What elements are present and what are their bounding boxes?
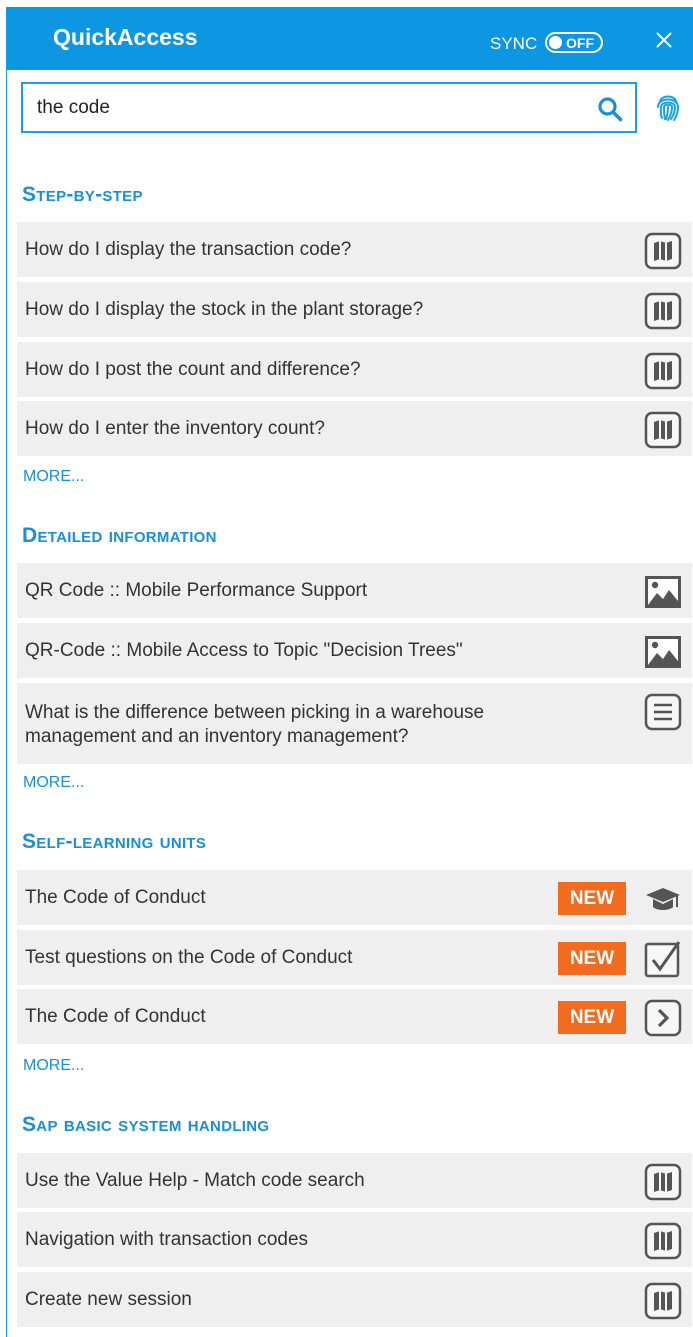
book-icon [644,411,682,449]
sync-toggle[interactable]: OFF [545,32,603,53]
list-item[interactable]: Use the Value Help - Match code search [17,1153,692,1208]
list-item[interactable]: How do I display the stock in the plant … [17,282,692,337]
checkbox-icon [644,941,681,978]
search-box [21,82,637,133]
book-icon [644,1282,682,1320]
item-label: How do I display the transaction code? [25,239,352,260]
toggle-knob [549,36,562,49]
section-title-detailed-information: Detailed information [22,524,217,547]
list-item[interactable]: What is the difference between picking i… [17,683,692,764]
document-icon [644,693,682,731]
list-item[interactable]: Test questions on the Code of Conduct NE… [17,930,692,985]
item-label: Use the Value Help - Match code search [25,1170,365,1191]
book-icon [644,292,682,330]
list-item[interactable]: Navigation with transaction codes [17,1212,692,1267]
search-input[interactable] [37,94,577,122]
item-label: How do I display the stock in the plant … [25,299,424,320]
book-icon [644,352,682,390]
item-label: Navigation with transaction codes [25,1229,309,1250]
item-label: What is the difference between picking i… [25,702,485,747]
list-item[interactable]: Create new session [17,1272,692,1327]
item-label: The Code of Conduct [25,1006,206,1027]
list-item[interactable]: The Code of Conduct NEW [17,989,692,1044]
book-icon [644,232,682,270]
more-link-self-learning-units[interactable]: MORE... [23,1057,84,1075]
item-label: How do I enter the inventory count? [25,418,325,439]
close-icon[interactable] [653,29,675,51]
list-item[interactable]: How do I enter the inventory count? [17,401,692,456]
item-label: The Code of Conduct [25,887,206,908]
book-icon [644,1163,682,1201]
sync-state: OFF [566,35,594,51]
item-label: QR Code :: Mobile Performance Support [25,580,368,601]
item-label: How do I post the count and difference? [25,359,361,380]
graduation-cap-icon [646,888,680,910]
fingerprint-icon[interactable] [655,91,681,123]
search-icon[interactable] [597,96,623,122]
list-item[interactable]: QR-Code :: Mobile Access to Topic "Decis… [17,623,692,678]
new-badge: NEW [558,942,626,975]
new-badge: NEW [558,1001,626,1034]
sync-label: SYNC [490,34,538,53]
image-icon [645,576,681,608]
quickaccess-panel: QuickAccess SYNC OFF Step-by-step How do… [6,7,693,1337]
new-badge: NEW [558,882,626,915]
list-item[interactable]: How do I post the count and difference? [17,342,692,397]
item-label: Test questions on the Code of Conduct [25,947,353,968]
header-bar: QuickAccess SYNC OFF [7,7,693,70]
chevron-right-icon [644,999,682,1037]
more-link-step-by-step[interactable]: MORE... [23,468,84,486]
list-item[interactable]: How do I display the transaction code? [17,222,692,277]
section-title-step-by-step: Step-by-step [22,183,143,206]
more-link-detailed-information[interactable]: MORE... [23,774,84,792]
book-icon [644,1222,682,1260]
section-title-sap-basic-system-handling: Sap basic system handling [22,1113,270,1136]
section-title-self-learning-units: Self-learning units [22,830,207,853]
item-label: QR-Code :: Mobile Access to Topic "Decis… [25,640,463,661]
list-item[interactable]: The Code of Conduct NEW [17,870,692,925]
app-title: QuickAccess [53,24,198,50]
list-item[interactable]: QR Code :: Mobile Performance Support [17,563,692,618]
item-label: Create new session [25,1289,192,1310]
image-icon [645,636,681,668]
